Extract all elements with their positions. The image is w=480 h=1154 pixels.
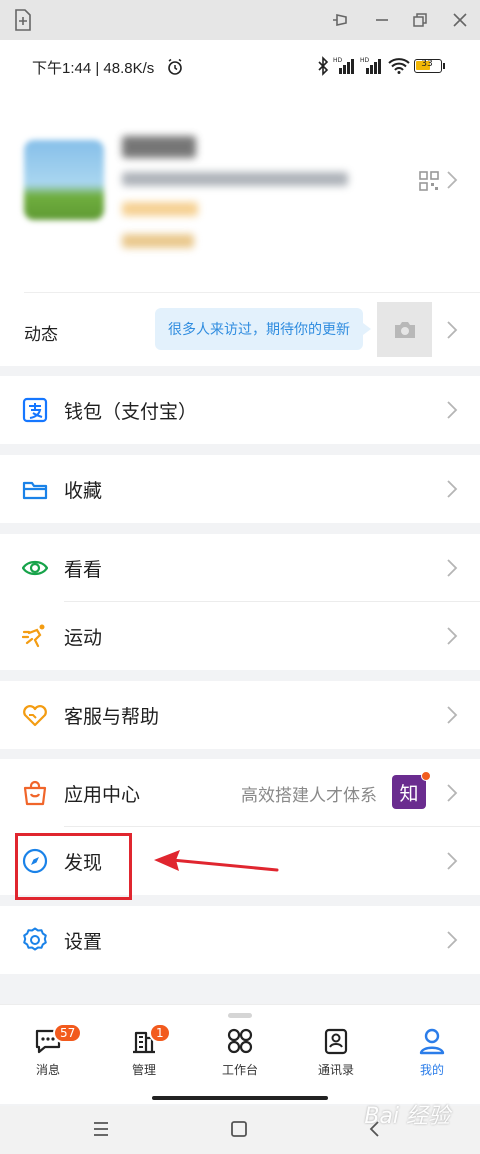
menu-item-label: 看看: [64, 558, 103, 581]
minimize-icon[interactable]: [368, 0, 396, 40]
moments-label: 动态: [24, 325, 58, 345]
favorites-card: 收藏: [0, 455, 480, 523]
annotation-arrow-icon: [154, 850, 279, 872]
heart-hand-icon: [23, 705, 47, 727]
divider: [24, 292, 480, 293]
menu-icon[interactable]: [92, 1120, 110, 1138]
menu-item-wallet[interactable]: 钱包（支付宝）: [0, 376, 480, 444]
status-bar: 下午1:44 | 48.8K/s HD HD 33: [0, 40, 480, 96]
chevron-right-icon: [447, 480, 458, 498]
zhi-app-icon: 知: [392, 775, 426, 809]
profile-card: 动态 很多人来访过，期待你的更新: [0, 96, 480, 366]
menu-item-label: 设置: [64, 930, 103, 953]
svg-text:HD: HD: [333, 57, 343, 64]
tab-messages[interactable]: 57 消息: [13, 1023, 83, 1078]
bluetooth-icon: [318, 56, 329, 76]
tab-manage[interactable]: 1 管理: [109, 1023, 179, 1078]
tab-label: 通讯录: [317, 1063, 354, 1077]
profile-tag-blurred: [122, 202, 198, 216]
qr-code-icon[interactable]: [418, 170, 440, 192]
tab-label: 管理: [131, 1063, 156, 1077]
wallet-card: 钱包（支付宝）: [0, 376, 480, 444]
menu-item-label: 钱包（支付宝）: [64, 400, 198, 423]
profile-badge-blurred: [122, 234, 194, 248]
tab-label: 工作台: [221, 1063, 258, 1077]
zhi-app-icon-text: 知: [399, 782, 419, 805]
alipay-icon: [22, 397, 48, 423]
moments-chevron-icon[interactable]: [446, 320, 458, 340]
moments-hint-bubble[interactable]: 很多人来访过，期待你的更新: [155, 308, 371, 350]
service-card: 客服与帮助: [0, 681, 480, 749]
menu-item-watch[interactable]: 看看: [0, 534, 480, 602]
messages-badge: 57: [53, 1023, 83, 1043]
battery-icon: 33: [414, 59, 442, 73]
shopping-bag-icon: [23, 780, 47, 806]
window-title-bar: [0, 0, 480, 40]
contacts-icon: [324, 1028, 348, 1055]
profile-chevron-icon[interactable]: [446, 170, 458, 190]
signal-icon-2: HD: [360, 57, 381, 74]
home-indicator[interactable]: [152, 1096, 328, 1100]
alarm-icon: [168, 58, 182, 75]
annotation-highlight-box: [15, 833, 132, 900]
close-icon[interactable]: [446, 0, 474, 40]
wifi-icon: [388, 58, 410, 74]
battery-level: 33: [421, 59, 433, 69]
chevron-right-icon: [447, 706, 458, 724]
menu-item-service[interactable]: 客服与帮助: [0, 681, 480, 749]
menu-item-label: 应用中心: [64, 783, 141, 806]
chevron-right-icon: [447, 627, 458, 645]
chevron-right-icon: [447, 401, 458, 419]
content-card: 看看 运动: [0, 534, 480, 670]
tab-label: 我的: [419, 1063, 444, 1077]
avatar[interactable]: [24, 140, 104, 220]
gear-icon: [23, 927, 47, 951]
menu-item-label: 运动: [64, 626, 103, 649]
status-time: 下午1:44 | 48.8K/s: [32, 60, 155, 77]
bottom-tab-bar: 57 消息 1 管理 工作台 通讯录 我的: [0, 1004, 480, 1104]
folder-icon: [22, 481, 48, 500]
menu-item-label: 收藏: [64, 479, 103, 502]
tab-me[interactable]: 我的: [397, 1027, 467, 1078]
svg-text:HD: HD: [360, 57, 370, 64]
pin-icon[interactable]: [326, 0, 354, 40]
user-icon: [419, 1028, 445, 1055]
chevron-right-icon: [447, 559, 458, 577]
moments-camera-button[interactable]: [377, 302, 432, 357]
menu-item-favorites[interactable]: 收藏: [0, 455, 480, 523]
chevron-right-icon: [447, 784, 458, 802]
home-icon[interactable]: [230, 1120, 248, 1138]
app-center-promo-text: 高效搭建人才体系: [241, 785, 377, 806]
signal-icon-1: HD: [333, 57, 354, 74]
grid-icon: [227, 1028, 253, 1054]
tab-contacts[interactable]: 通讯录: [301, 1027, 371, 1078]
new-window-icon[interactable]: [10, 0, 36, 40]
profile-name-blurred: [122, 136, 196, 158]
chevron-right-icon: [447, 852, 458, 870]
moments-hint-text: 很多人来访过，期待你的更新: [168, 322, 350, 338]
notification-dot: [421, 771, 431, 781]
manage-badge: 1: [149, 1023, 171, 1043]
settings-card: 设置: [0, 906, 480, 974]
menu-item-settings[interactable]: 设置: [0, 906, 480, 974]
restore-icon[interactable]: [406, 0, 434, 40]
menu-item-sport[interactable]: 运动: [0, 602, 480, 670]
running-icon: [22, 624, 45, 648]
tab-label: 消息: [35, 1063, 60, 1077]
watermark: Bai 经验: [364, 1104, 450, 1129]
camera-icon: [394, 321, 415, 338]
menu-item-label: 客服与帮助: [64, 705, 160, 728]
eye-icon: [22, 560, 48, 576]
chevron-right-icon: [447, 931, 458, 949]
tab-workbench[interactable]: 工作台: [205, 1027, 275, 1078]
profile-company-blurred: [122, 172, 348, 186]
menu-item-app-center[interactable]: 应用中心 高效搭建人才体系 知: [0, 759, 480, 827]
drag-handle[interactable]: [228, 1013, 252, 1018]
